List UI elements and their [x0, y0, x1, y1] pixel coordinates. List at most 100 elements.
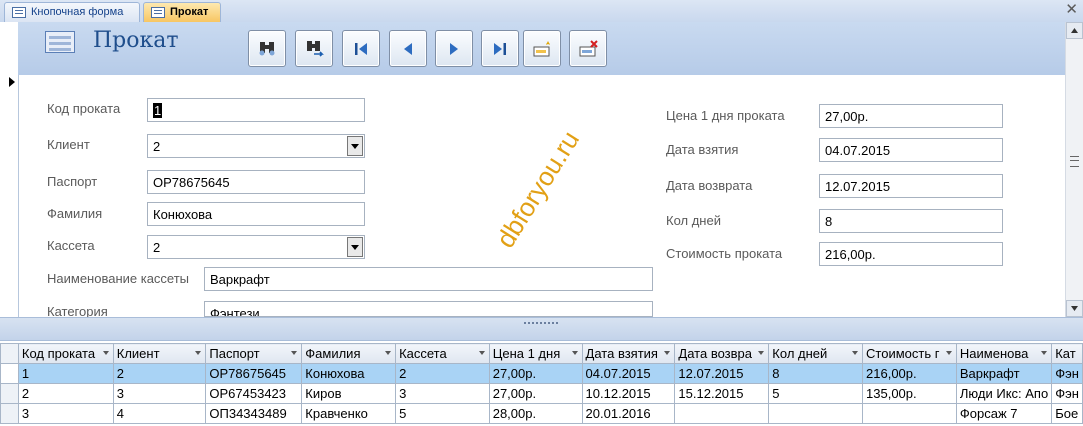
column-header[interactable]: Клиент [112, 343, 207, 364]
sort-dropdown-icon[interactable] [571, 351, 578, 355]
table-cell[interactable]: 15.12.2015 [674, 383, 770, 404]
vertical-scrollbar[interactable] [1065, 22, 1083, 317]
table-cell[interactable]: 12.07.2015 [674, 363, 770, 384]
table-cell[interactable]: Кравченко [301, 403, 397, 424]
table-cell[interactable]: 5 [768, 383, 864, 404]
sort-dropdown-icon[interactable] [385, 351, 392, 355]
table-cell[interactable]: 20.01.2016 [581, 403, 676, 424]
client-combobox[interactable]: 2 [147, 134, 365, 158]
delete-record-button[interactable] [569, 30, 607, 67]
column-header[interactable]: Кол дней [768, 343, 864, 364]
sort-dropdown-icon[interactable] [102, 351, 109, 355]
splitter-grip[interactable] [524, 322, 560, 324]
cost-field[interactable]: 216,00р. [819, 242, 1003, 266]
sort-dropdown-icon[interactable] [758, 351, 765, 355]
last-record-button[interactable] [481, 30, 519, 67]
table-cell[interactable]: 1 [17, 363, 114, 384]
code-field[interactable]: 1 [147, 98, 365, 122]
table-cell[interactable]: 27,00р. [488, 363, 583, 384]
table-cell[interactable]: 27,00р. [488, 383, 583, 404]
table-cell[interactable]: 4 [112, 403, 207, 424]
table-cell[interactable]: 2 [112, 363, 207, 384]
cassette-name-field[interactable]: Варкрафт [204, 267, 653, 291]
table-cell[interactable]: ОР67453423 [205, 383, 303, 404]
sort-dropdown-icon[interactable] [478, 351, 485, 355]
sort-dropdown-icon[interactable] [195, 351, 202, 355]
find-button[interactable] [248, 30, 286, 67]
next-record-button[interactable] [435, 30, 473, 67]
table-cell[interactable]: 04.07.2015 [581, 363, 676, 384]
category-field[interactable]: Фэнтези [204, 301, 653, 317]
last-record-icon [494, 43, 506, 55]
table-cell[interactable]: 3 [395, 383, 490, 404]
sort-dropdown-icon[interactable] [945, 351, 952, 355]
passport-value: ОР78675645 [153, 175, 230, 190]
table-cell[interactable] [862, 403, 957, 424]
column-header[interactable]: Код проката [17, 343, 114, 364]
date-taken-field[interactable]: 04.07.2015 [819, 138, 1003, 162]
column-header[interactable]: Дата возвра [674, 343, 770, 364]
table-cell[interactable]: 135,00р. [862, 383, 957, 404]
column-header[interactable]: Кат [1051, 343, 1083, 364]
date-returned-field[interactable]: 12.07.2015 [819, 174, 1003, 198]
table-cell[interactable]: Киров [301, 383, 397, 404]
column-header[interactable]: Кассета [395, 343, 490, 364]
tab-switchboard[interactable]: Кнопочная форма [4, 2, 140, 22]
tab-rental[interactable]: Прокат [143, 2, 221, 23]
passport-field[interactable]: ОР78675645 [147, 170, 365, 194]
table-cell[interactable]: 5 [395, 403, 490, 424]
table-cell[interactable]: 3 [112, 383, 207, 404]
table-row[interactable]: 3 4 ОП34343489 Кравченко 5 28,00р. 20.01.2016 Ф… [0, 403, 1083, 424]
table-cell[interactable]: 10.12.2015 [581, 383, 676, 404]
find-next-button[interactable] [295, 30, 333, 67]
sort-dropdown-icon[interactable] [291, 351, 298, 355]
price-field[interactable]: 27,00р. [819, 104, 1003, 128]
scrollbar-grip[interactable] [1070, 156, 1079, 167]
scroll-up-button[interactable] [1066, 22, 1083, 39]
row-selector[interactable] [0, 363, 19, 384]
table-cell[interactable]: Фэн [1051, 383, 1083, 404]
table-row[interactable]: 1 2 ОР78675645 Конюхова 2 27,00р. 04.07.2015 12… [0, 363, 1083, 384]
surname-field[interactable]: Конюхова [147, 202, 365, 226]
chevron-down-icon[interactable] [347, 237, 363, 257]
table-cell[interactable]: Варкрафт [955, 363, 1053, 384]
record-selector[interactable] [0, 22, 19, 317]
table-cell[interactable]: Люди Икс: Апо [955, 383, 1053, 404]
select-all-cell[interactable] [0, 343, 19, 364]
table-cell[interactable]: 8 [768, 363, 864, 384]
scroll-down-button[interactable] [1066, 300, 1083, 317]
row-selector[interactable] [0, 403, 19, 424]
table-cell[interactable]: Фэн [1051, 363, 1083, 384]
table-cell[interactable]: Конюхова [301, 363, 397, 384]
column-header[interactable]: Дата взятия [581, 343, 676, 364]
table-cell[interactable] [768, 403, 864, 424]
sort-dropdown-icon[interactable] [664, 351, 671, 355]
cassette-combobox[interactable]: 2 [147, 235, 365, 259]
first-record-button[interactable] [342, 30, 380, 67]
table-cell[interactable]: 28,00р. [488, 403, 583, 424]
days-field[interactable]: 8 [819, 209, 1003, 233]
sort-dropdown-icon[interactable] [1041, 351, 1048, 355]
table-cell[interactable] [674, 403, 770, 424]
row-selector[interactable] [0, 383, 19, 404]
column-header[interactable]: Стоимость г [862, 343, 957, 364]
table-cell[interactable]: 3 [17, 403, 114, 424]
table-cell[interactable]: ОР78675645 [205, 363, 303, 384]
split-form-divider[interactable] [0, 317, 1083, 341]
table-row[interactable]: 2 3 ОР67453423 Киров 3 27,00р. 10.12.2015 15.12… [0, 383, 1083, 404]
table-cell[interactable]: Форсаж 7 [955, 403, 1053, 424]
table-cell[interactable]: Бое [1051, 403, 1083, 424]
table-cell[interactable]: 2 [395, 363, 490, 384]
sort-dropdown-icon[interactable] [852, 351, 859, 355]
previous-record-button[interactable] [389, 30, 427, 67]
column-header[interactable]: Фамилия [301, 343, 397, 364]
new-record-button[interactable] [523, 30, 561, 67]
table-cell[interactable]: ОП34343489 [205, 403, 303, 424]
close-icon[interactable]: ✕ [1065, 0, 1078, 20]
column-header[interactable]: Паспорт [205, 343, 303, 364]
column-header[interactable]: Наименова [955, 343, 1053, 364]
table-cell[interactable]: 216,00р. [862, 363, 957, 384]
column-header[interactable]: Цена 1 дня [488, 343, 583, 364]
chevron-down-icon[interactable] [347, 136, 363, 156]
table-cell[interactable]: 2 [17, 383, 114, 404]
